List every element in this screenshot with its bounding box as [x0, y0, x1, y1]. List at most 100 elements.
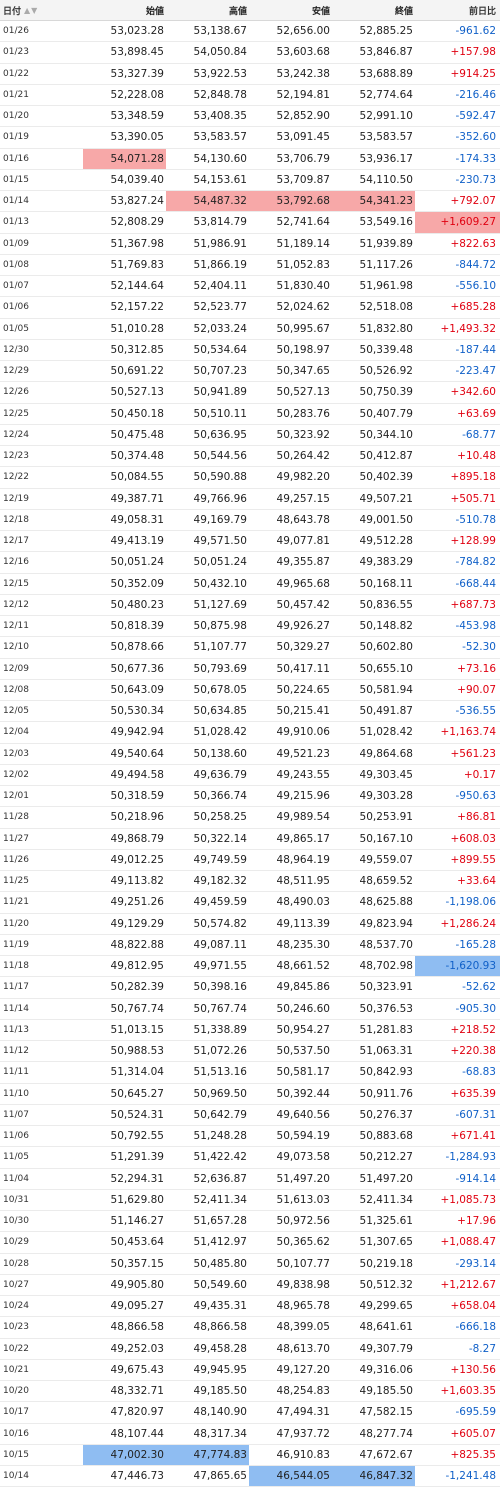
cell-low: 51,052.83: [276, 258, 330, 271]
cell-open: 49,058.31: [110, 513, 164, 526]
table-row: 12/16 50,051.24 50,051.24 49,355.87 49,383.2…: [0, 552, 500, 574]
cell-date: 12/01: [3, 791, 29, 802]
cell-high: 52,523.77: [193, 301, 247, 314]
cell-high: 50,793.69: [193, 662, 247, 675]
cell-low: 50,417.11: [276, 662, 330, 675]
table-row: 10/29 50,453.64 51,412.97 50,365.62 51,307.6…: [0, 1232, 500, 1254]
table-row: 10/21 49,675.43 49,945.95 49,127.20 49,316.0…: [0, 1360, 500, 1381]
table-row: 11/25 49,113.82 49,182.32 48,511.95 48,659.5…: [0, 871, 500, 893]
cell-high: 53,814.79: [193, 216, 247, 229]
cell-close: 51,063.31: [359, 1045, 413, 1058]
cell-date: 12/25: [3, 408, 29, 419]
cell-high: 50,485.80: [193, 1257, 247, 1270]
cell-open: 49,494.58: [110, 768, 164, 781]
column-header-close[interactable]: 終値: [332, 0, 415, 20]
table-row: 11/20 49,129.29 50,574.82 49,113.39 49,823.9…: [0, 914, 500, 935]
cell-close: 50,407.79: [359, 407, 413, 420]
cell-open: 49,868.79: [110, 832, 164, 845]
cell-close: 49,864.68: [359, 747, 413, 760]
table-row: 10/27 49,905.80 50,549.60 49,838.98 50,512.3…: [0, 1275, 500, 1296]
table-row: 11/11 51,314.04 51,513.16 50,581.17 50,842.9…: [0, 1062, 500, 1084]
cell-open: 50,282.39: [110, 981, 164, 994]
column-header-change[interactable]: 前日比: [415, 0, 500, 20]
cell-low: 50,365.62: [276, 1236, 330, 1249]
cell-open: 49,675.43: [110, 1363, 164, 1376]
cell-change: +1,088.47: [440, 1236, 496, 1249]
column-header-open[interactable]: 始値: [83, 0, 166, 20]
cell-change: -950.63: [455, 790, 496, 803]
cell-open: 52,808.29: [110, 216, 164, 229]
cell-close: 50,581.94: [359, 683, 413, 696]
cell-date: 12/11: [3, 621, 29, 632]
cell-low: 51,830.40: [276, 280, 330, 293]
table-row: 11/04 52,294.31 52,636.87 51,497.20 51,497.2…: [0, 1169, 500, 1190]
table-row: 10/31 51,629.80 52,411.34 51,613.03 52,411.3…: [0, 1190, 500, 1211]
cell-date: 12/19: [3, 493, 29, 504]
cell-date: 11/28: [3, 812, 29, 823]
cell-low: 49,640.56: [276, 1108, 330, 1121]
cell-open: 50,475.48: [110, 428, 164, 441]
cell-close: 49,823.94: [359, 917, 413, 930]
cell-close: 48,277.74: [359, 1427, 413, 1440]
cell-close: 51,961.98: [359, 280, 413, 293]
cell-low: 48,643.78: [276, 513, 330, 526]
cell-close: 50,412.87: [359, 450, 413, 463]
table-row: 01/26 53,023.28 53,138.67 52,656.00 52,885.2…: [0, 21, 500, 43]
cell-high: 50,544.56: [193, 450, 247, 463]
cell-change: +1,286.24: [440, 917, 496, 930]
table-row: 12/11 50,818.39 50,875.98 49,926.27 50,148.8…: [0, 616, 500, 638]
cell-close: 50,168.11: [359, 577, 413, 590]
cell-change: +1,603.35: [440, 1385, 496, 1398]
column-header-high[interactable]: 高値: [166, 0, 249, 20]
table-row: 12/19 49,387.71 49,766.96 49,257.15 49,507.2…: [0, 489, 500, 510]
cell-close: 52,885.25: [359, 25, 413, 38]
cell-close: 50,602.80: [359, 641, 413, 654]
cell-low: 49,215.96: [276, 790, 330, 803]
date-header-label: 日付: [3, 6, 22, 17]
sort-icon[interactable]: ▲▼: [24, 6, 38, 15]
table-row: 12/15 50,352.09 50,432.10 49,965.68 50,168.1…: [0, 574, 500, 595]
cell-date: 01/06: [3, 302, 29, 313]
cell-close: 54,341.23: [332, 191, 415, 212]
cell-change: -52.30: [462, 641, 496, 654]
cell-date: 11/14: [3, 1003, 29, 1014]
cell-date: 01/20: [3, 111, 29, 122]
cell-change: -68.77: [462, 428, 496, 441]
cell-date: 11/13: [3, 1024, 29, 1035]
cell-date: 12/24: [3, 429, 29, 440]
cell-high: 50,941.89: [193, 386, 247, 399]
cell-low: 50,392.44: [276, 1087, 330, 1100]
cell-open: 50,878.66: [110, 641, 164, 654]
cell-open: 49,113.82: [110, 875, 164, 888]
cell-open: 50,357.15: [110, 1257, 164, 1270]
cell-open: 54,039.40: [110, 173, 164, 186]
cell-low: 49,113.39: [276, 917, 330, 930]
cell-high: 51,028.42: [193, 726, 247, 739]
cell-change: +687.73: [450, 598, 496, 611]
cell-open: 51,013.15: [110, 1023, 164, 1036]
column-header-low[interactable]: 安値: [249, 0, 332, 20]
cell-high: 50,875.98: [193, 620, 247, 633]
cell-change: -695.59: [455, 1406, 496, 1419]
cell-low: 52,656.00: [276, 25, 330, 38]
cell-change: -784.82: [455, 556, 496, 569]
cell-date: 10/28: [3, 1258, 29, 1269]
cell-low: 50,198.97: [276, 343, 330, 356]
table-row: 12/02 49,494.58 49,636.79 49,243.55 49,303.4…: [0, 765, 500, 786]
column-header-date[interactable]: 日付 ▲▼: [0, 0, 83, 20]
cell-date: 10/27: [3, 1279, 29, 1290]
cell-close: 50,376.53: [359, 1002, 413, 1015]
cell-open: 53,348.59: [110, 110, 164, 123]
cell-open: 47,446.73: [110, 1470, 164, 1483]
cell-date: 12/10: [3, 642, 29, 653]
cell-change: -68.83: [462, 1066, 496, 1079]
cell-close: 49,299.65: [359, 1300, 413, 1313]
cell-open: 53,827.24: [110, 195, 164, 208]
cell-change: +825.35: [450, 1448, 496, 1461]
cell-date: 11/27: [3, 833, 29, 844]
cell-change: +1,163.74: [440, 726, 496, 739]
cell-high: 50,969.50: [193, 1087, 247, 1100]
table-header: 日付 ▲▼ 始値 高値 安値 終値 前日比: [0, 0, 500, 21]
table-row: 12/01 50,318.59 50,366.74 49,215.96 49,303.2…: [0, 786, 500, 808]
cell-low: 48,490.03: [276, 896, 330, 909]
